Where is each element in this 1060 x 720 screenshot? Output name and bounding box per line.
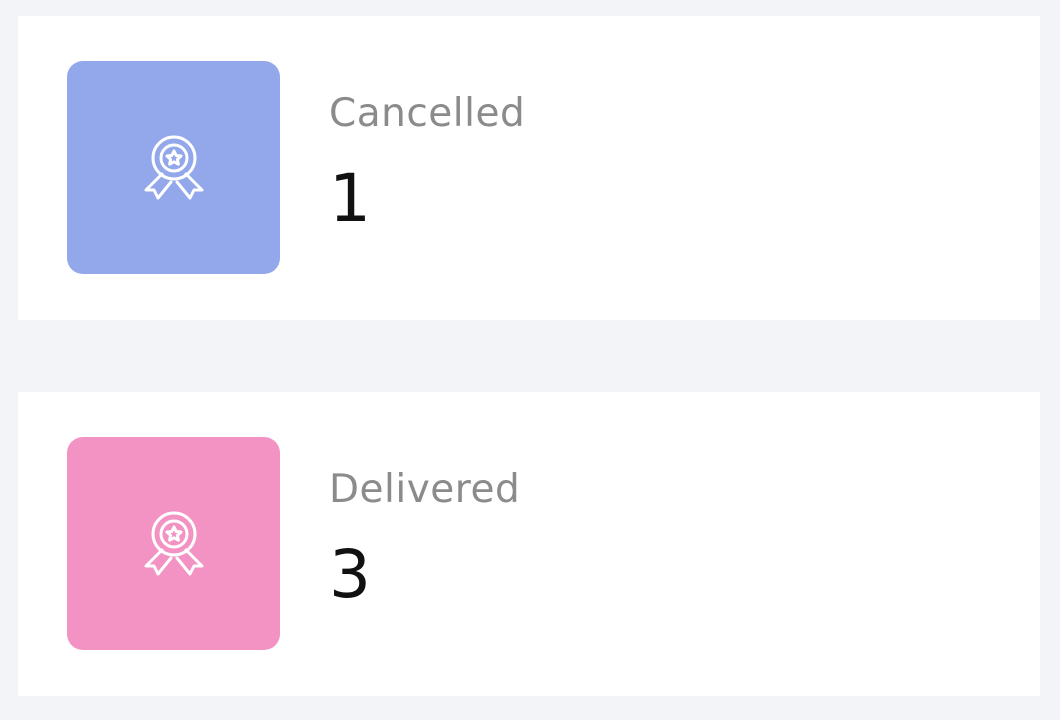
award-ribbon-icon [144, 511, 203, 575]
award-ribbon-icon [144, 135, 203, 199]
icon-tile [67, 437, 280, 650]
stat-label: Cancelled [329, 91, 526, 136]
stat-value: 3 [329, 536, 371, 613]
icon-tile [67, 61, 280, 274]
stat-value: 1 [329, 160, 371, 237]
stat-card-cancelled: Cancelled 1 [18, 16, 1040, 320]
stat-card-delivered: Delivered 3 [18, 392, 1040, 696]
stat-label: Delivered [329, 467, 521, 512]
